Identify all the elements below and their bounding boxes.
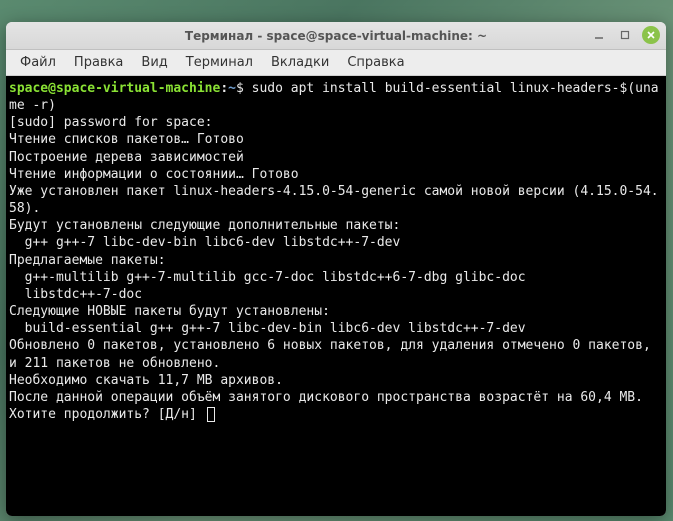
- terminal-area[interactable]: space@space-virtual-machine:~$ sudo apt …: [6, 76, 666, 516]
- menu-file[interactable]: Файл: [12, 52, 64, 73]
- terminal-line: Необходимо скачать 11,7 MB архивов.: [9, 373, 283, 388]
- terminal-line: После данной операции объём занятого дис…: [9, 390, 643, 405]
- menu-edit[interactable]: Правка: [66, 52, 131, 73]
- terminal-line: build-essential g++ g++-7 libc-dev-bin l…: [9, 321, 526, 336]
- terminal-line: Чтение списков пакетов… Готово: [9, 132, 244, 147]
- prompt-colon: :: [220, 81, 228, 96]
- maximize-button[interactable]: [616, 26, 634, 44]
- prompt-path: ~: [228, 81, 236, 96]
- terminal-line: g++-multilib g++-7-multilib gcc-7-doc li…: [9, 270, 526, 285]
- terminal-line: Будут установлены следующие дополнительн…: [9, 218, 400, 233]
- close-button[interactable]: [642, 26, 660, 44]
- menubar: Файл Правка Вид Терминал Вкладки Справка: [6, 50, 666, 76]
- window-title: Терминал - space@space-virtual-machine: …: [185, 29, 487, 43]
- menu-tabs[interactable]: Вкладки: [263, 52, 337, 73]
- terminal-line: g++ g++-7 libc-dev-bin libc6-dev libstdc…: [9, 235, 400, 250]
- terminal-line: libstdc++-7-doc: [9, 287, 142, 302]
- menu-terminal[interactable]: Терминал: [178, 52, 261, 73]
- terminal-line: Хотите продолжить? [Д/н]: [9, 407, 205, 422]
- titlebar: Терминал - space@space-virtual-machine: …: [6, 22, 666, 50]
- terminal-line: [sudo] password for space:: [9, 115, 213, 130]
- prompt-user-host: space@space-virtual-machine: [9, 81, 220, 96]
- terminal-line: Следующие НОВЫЕ пакеты будут установлены…: [9, 304, 330, 319]
- prompt-dollar: $: [236, 81, 244, 96]
- window-controls: [590, 26, 660, 44]
- minimize-button[interactable]: [590, 26, 608, 44]
- terminal-line: Обновлено 0 пакетов, установлено 6 новых…: [9, 338, 659, 370]
- terminal-line: Уже установлен пакет linux-headers-4.15.…: [9, 184, 659, 216]
- terminal-line: Предлагаемые пакеты:: [9, 253, 166, 268]
- menu-view[interactable]: Вид: [133, 52, 175, 73]
- terminal-line: Построение дерева зависимостей: [9, 150, 244, 165]
- menu-help[interactable]: Справка: [339, 52, 412, 73]
- terminal-window: Терминал - space@space-virtual-machine: …: [6, 22, 666, 516]
- terminal-line: Чтение информации о состоянии… Готово: [9, 167, 299, 182]
- cursor: [207, 407, 215, 422]
